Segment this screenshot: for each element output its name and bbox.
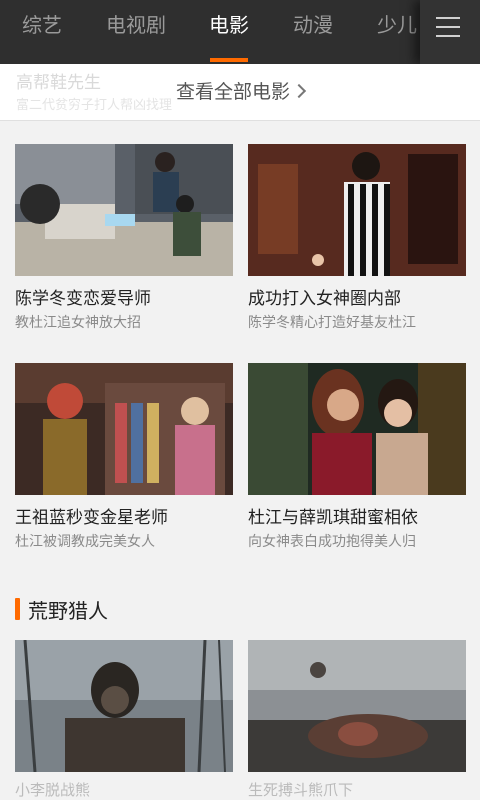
tab-variety[interactable]: 综艺	[22, 0, 62, 64]
video-thumbnail[interactable]	[15, 144, 233, 276]
view-all-label: 查看全部电影	[175, 81, 290, 103]
video-subtitle: 向女神表白成功抱得美人归	[248, 534, 416, 550]
video-thumbnail[interactable]	[15, 363, 233, 495]
divider	[0, 120, 480, 121]
tab-tv-series[interactable]: 电视剧	[106, 0, 166, 64]
video-subtitle: 杜江被调教成完美女人	[15, 534, 155, 550]
video-thumbnail[interactable]	[248, 144, 466, 276]
chevron-right-icon	[291, 83, 307, 99]
video-title: 杜江与薛凯琪甜蜜相依	[248, 508, 418, 528]
video-title: 小李脱战熊	[15, 781, 91, 799]
section-accent-bar	[15, 598, 20, 620]
video-subtitle: 教杜江追女神放大招	[15, 315, 141, 331]
video-thumbnail[interactable]	[248, 363, 466, 495]
channel-tab-bar: 综艺 电视剧 电影 动漫 少儿	[0, 0, 480, 64]
tab-kids[interactable]: 少儿	[377, 0, 417, 64]
tab-movies[interactable]: 电影	[209, 0, 249, 64]
hamburger-menu-icon[interactable]	[420, 0, 480, 64]
video-thumbnail[interactable]	[15, 640, 233, 772]
video-title: 陈学冬变恋爱导师	[15, 289, 151, 309]
video-subtitle: 陈学冬精心打造好基友杜江	[248, 315, 416, 331]
video-title: 成功打入女神圈内部	[248, 289, 401, 309]
tab-anime[interactable]: 动漫	[293, 0, 333, 64]
active-tab-indicator	[210, 58, 248, 62]
section-title: 荒野猎人	[28, 599, 108, 623]
video-title: 王祖蓝秒变金星老师	[15, 508, 168, 528]
video-title: 生死搏斗熊爪下	[248, 781, 354, 799]
video-thumbnail[interactable]	[248, 640, 466, 772]
view-all-movies-link[interactable]: 查看全部电影	[0, 70, 480, 114]
